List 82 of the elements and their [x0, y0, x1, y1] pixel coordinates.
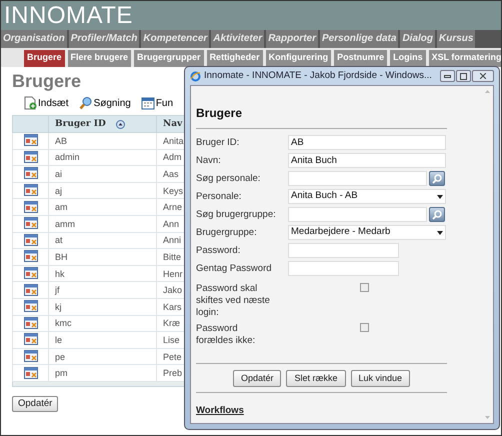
user-card-icon[interactable]: [24, 282, 38, 296]
submenu-tab[interactable]: Logins: [390, 50, 426, 67]
checkbox[interactable]: [360, 283, 369, 292]
user-card-icon[interactable]: [24, 200, 38, 213]
calendar-icon: [140, 96, 155, 110]
logo: INNOMATE: [4, 4, 133, 28]
document-add-icon: [23, 96, 37, 110]
dialog-heading: Brugere: [196, 104, 447, 129]
table-cell: ai: [48, 166, 156, 182]
toolbar-button[interactable]: Søgning: [78, 96, 131, 110]
user-card-icon[interactable]: [24, 266, 38, 280]
search-icon: [432, 210, 442, 220]
dropdown-caret-icon: [437, 194, 443, 198]
table-cell: AB: [48, 132, 156, 150]
user-card-icon[interactable]: [24, 183, 38, 196]
dialog-button[interactable]: Slet række: [286, 370, 346, 387]
password-field[interactable]: [288, 261, 399, 276]
menu-item[interactable]: Aktiviteter: [211, 30, 264, 48]
close-button[interactable]: [472, 70, 494, 82]
text-field[interactable]: AB: [288, 135, 446, 150]
search-icon: [432, 174, 442, 184]
page-title: Brugere: [12, 71, 82, 92]
menu-item[interactable]: Rapporter: [266, 30, 318, 48]
maximize-icon: [460, 72, 467, 80]
checkbox[interactable]: [360, 323, 369, 332]
user-card-icon[interactable]: [24, 166, 38, 180]
browser-logo-icon: [190, 70, 201, 82]
password-field[interactable]: [288, 243, 399, 258]
user-card-icon[interactable]: [24, 133, 38, 146]
column-header[interactable]: Bruger ID: [48, 116, 156, 132]
toolbar-button[interactable]: Indsæt: [23, 96, 69, 110]
search-field[interactable]: [288, 207, 427, 222]
menu-item[interactable]: Kompetencer: [141, 30, 210, 48]
table-cell: am: [48, 198, 156, 216]
table-cell: BH: [48, 248, 156, 266]
menu-item[interactable]: Organisation: [1, 30, 67, 48]
maximize-button[interactable]: [456, 70, 471, 82]
scroll-up-icon: [484, 90, 490, 93]
toolbar-button[interactable]: Fun: [140, 96, 174, 110]
user-card-icon[interactable]: [24, 316, 38, 329]
minimize-button[interactable]: [440, 70, 455, 82]
table-cell: pm: [48, 364, 156, 382]
dropdown[interactable]: Medarbejdere - Medarb: [288, 225, 446, 240]
menu-item[interactable]: Personlige data: [320, 30, 398, 48]
dropdown[interactable]: Anita Buch - AB: [288, 189, 446, 204]
user-card-icon[interactable]: [24, 249, 38, 262]
search-button[interactable]: [429, 171, 445, 186]
minimize-icon: [444, 74, 451, 78]
user-card-icon[interactable]: [24, 349, 38, 362]
submenu-tab[interactable]: Rettigheder: [206, 50, 263, 67]
menu-item[interactable]: Profiler/Match: [68, 30, 140, 48]
table-cell: le: [48, 332, 156, 348]
submenu-tab[interactable]: Konfigurering: [266, 50, 332, 67]
text-field[interactable]: Anita Buch: [288, 153, 446, 168]
close-icon: [480, 73, 486, 79]
table-cell: amm: [48, 215, 156, 232]
dropdown-caret-icon: [437, 230, 443, 234]
menu-item[interactable]: Dialog: [400, 30, 436, 48]
user-card-icon[interactable]: [24, 299, 38, 312]
submenu-tab[interactable]: Brugergrupper: [134, 50, 204, 67]
submenu-tab[interactable]: XSL formatering: [428, 50, 501, 67]
menu-item[interactable]: Kursus: [437, 30, 476, 48]
user-card-icon[interactable]: [24, 150, 38, 163]
magnifier-icon: [78, 96, 93, 110]
dialog-button[interactable]: Luk vindue: [350, 370, 410, 387]
table-cell: jf: [48, 282, 156, 298]
submenu-tab[interactable]: Flere brugere: [68, 50, 132, 67]
search-field[interactable]: [288, 171, 427, 186]
sort-ascending-icon: [116, 120, 125, 128]
search-button[interactable]: [429, 207, 445, 222]
submenu-tab[interactable]: Brugere: [24, 50, 65, 67]
scroll-down-icon: [484, 416, 490, 419]
dialog-title: Innomate - INNOMATE - Jakob Fjordside - Windows...: [204, 68, 432, 83]
user-card-icon[interactable]: [24, 216, 38, 230]
user-card-icon[interactable]: [24, 232, 38, 246]
workflows-link[interactable]: Workflows: [196, 405, 244, 416]
user-card-icon[interactable]: [24, 332, 38, 346]
dialog-button[interactable]: Opdatér: [232, 370, 282, 387]
update-button[interactable]: Opdatér: [12, 396, 58, 412]
user-card-icon[interactable]: [24, 366, 38, 379]
table-cell: kj: [48, 298, 156, 316]
submenu-tab[interactable]: Postnumre: [334, 50, 388, 67]
